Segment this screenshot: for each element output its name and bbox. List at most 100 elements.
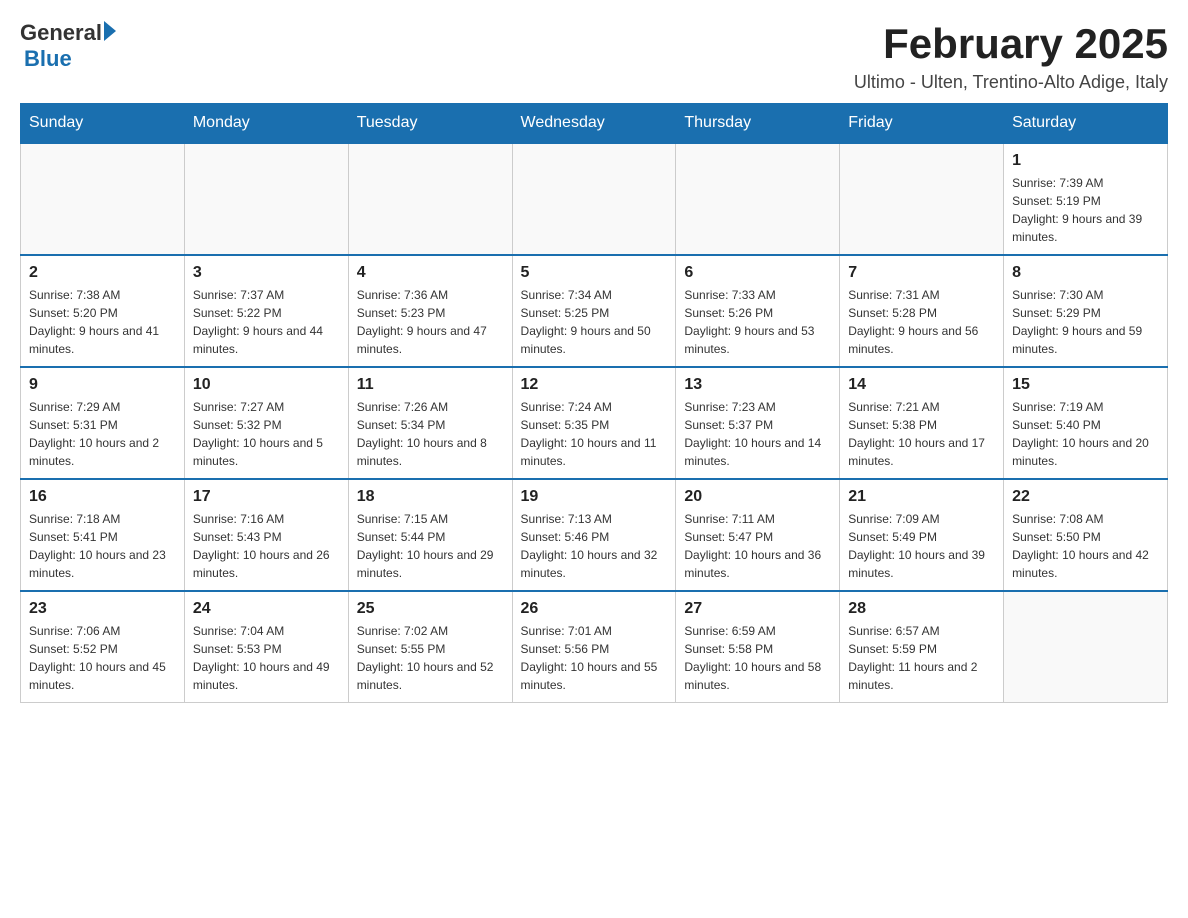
day-number: 18 xyxy=(357,488,504,506)
day-info: Sunrise: 7:37 AM Sunset: 5:22 PM Dayligh… xyxy=(193,286,340,358)
calendar-day-header: Thursday xyxy=(676,104,840,144)
day-number: 7 xyxy=(848,264,995,282)
day-number: 8 xyxy=(1012,264,1159,282)
calendar-day-header: Tuesday xyxy=(348,104,512,144)
day-number: 19 xyxy=(521,488,668,506)
calendar-day-cell: 18 Sunrise: 7:15 AM Sunset: 5:44 PM Dayli… xyxy=(348,479,512,591)
day-info: Sunrise: 7:11 AM Sunset: 5:47 PM Dayligh… xyxy=(684,510,831,582)
day-info: Sunrise: 7:16 AM Sunset: 5:43 PM Dayligh… xyxy=(193,510,340,582)
day-number: 24 xyxy=(193,600,340,618)
calendar-table: SundayMondayTuesdayWednesdayThursdayFrid… xyxy=(20,103,1168,703)
calendar-header-row: SundayMondayTuesdayWednesdayThursdayFrid… xyxy=(21,104,1168,144)
calendar-week-row: 9 Sunrise: 7:29 AM Sunset: 5:31 PM Daylig… xyxy=(21,367,1168,479)
calendar-day-cell: 26 Sunrise: 7:01 AM Sunset: 5:56 PM Dayli… xyxy=(512,591,676,703)
calendar-day-cell: 17 Sunrise: 7:16 AM Sunset: 5:43 PM Dayli… xyxy=(184,479,348,591)
day-number: 28 xyxy=(848,600,995,618)
calendar-day-cell: 20 Sunrise: 7:11 AM Sunset: 5:47 PM Dayli… xyxy=(676,479,840,591)
calendar-day-cell xyxy=(676,143,840,255)
calendar-day-cell: 11Sunrise: 7:26 AM Sunset: 5:34 PM Dayli… xyxy=(348,367,512,479)
calendar-day-cell: 24 Sunrise: 7:04 AM Sunset: 5:53 PM Dayli… xyxy=(184,591,348,703)
day-info: Sunrise: 7:31 AM Sunset: 5:28 PM Dayligh… xyxy=(848,286,995,358)
calendar-week-row: 1 Sunrise: 7:39 AM Sunset: 5:19 PM Daylig… xyxy=(21,143,1168,255)
day-info: Sunrise: 7:23 AM Sunset: 5:37 PM Dayligh… xyxy=(684,398,831,470)
calendar-day-cell: 10 Sunrise: 7:27 AM Sunset: 5:32 PM Dayli… xyxy=(184,367,348,479)
calendar-day-cell: 21 Sunrise: 7:09 AM Sunset: 5:49 PM Dayli… xyxy=(840,479,1004,591)
day-number: 10 xyxy=(193,376,340,394)
calendar-day-cell: 19 Sunrise: 7:13 AM Sunset: 5:46 PM Dayli… xyxy=(512,479,676,591)
day-info: Sunrise: 7:06 AM Sunset: 5:52 PM Dayligh… xyxy=(29,622,176,694)
day-number: 16 xyxy=(29,488,176,506)
calendar-day-cell: 5 Sunrise: 7:34 AM Sunset: 5:25 PM Daylig… xyxy=(512,255,676,367)
calendar-day-cell: 3 Sunrise: 7:37 AM Sunset: 5:22 PM Daylig… xyxy=(184,255,348,367)
day-number: 9 xyxy=(29,376,176,394)
day-info: Sunrise: 7:13 AM Sunset: 5:46 PM Dayligh… xyxy=(521,510,668,582)
calendar-day-cell: 28 Sunrise: 6:57 AM Sunset: 5:59 PM Dayli… xyxy=(840,591,1004,703)
calendar-day-header: Wednesday xyxy=(512,104,676,144)
day-info: Sunrise: 7:38 AM Sunset: 5:20 PM Dayligh… xyxy=(29,286,176,358)
calendar-week-row: 23 Sunrise: 7:06 AM Sunset: 5:52 PM Dayli… xyxy=(21,591,1168,703)
page-header: General Blue February 2025 Ultimo - Ulte… xyxy=(20,20,1168,93)
day-number: 23 xyxy=(29,600,176,618)
day-number: 20 xyxy=(684,488,831,506)
calendar-day-cell xyxy=(348,143,512,255)
day-number: 25 xyxy=(357,600,504,618)
day-info: Sunrise: 7:19 AM Sunset: 5:40 PM Dayligh… xyxy=(1012,398,1159,470)
day-info: Sunrise: 7:24 AM Sunset: 5:35 PM Dayligh… xyxy=(521,398,668,470)
calendar-day-cell: 6 Sunrise: 7:33 AM Sunset: 5:26 PM Daylig… xyxy=(676,255,840,367)
day-info: Sunrise: 7:29 AM Sunset: 5:31 PM Dayligh… xyxy=(29,398,176,470)
calendar-day-cell: 23 Sunrise: 7:06 AM Sunset: 5:52 PM Dayli… xyxy=(21,591,185,703)
calendar-day-cell xyxy=(21,143,185,255)
day-number: 22 xyxy=(1012,488,1159,506)
calendar-day-cell: 8 Sunrise: 7:30 AM Sunset: 5:29 PM Daylig… xyxy=(1004,255,1168,367)
calendar-day-header: Monday xyxy=(184,104,348,144)
calendar-day-cell: 12Sunrise: 7:24 AM Sunset: 5:35 PM Dayli… xyxy=(512,367,676,479)
title-block: February 2025 Ultimo - Ulten, Trentino-A… xyxy=(854,20,1168,93)
day-info: Sunrise: 7:09 AM Sunset: 5:49 PM Dayligh… xyxy=(848,510,995,582)
day-info: Sunrise: 7:39 AM Sunset: 5:19 PM Dayligh… xyxy=(1012,174,1159,246)
calendar-day-cell xyxy=(1004,591,1168,703)
day-number: 11 xyxy=(357,376,504,394)
calendar-day-cell: 1 Sunrise: 7:39 AM Sunset: 5:19 PM Daylig… xyxy=(1004,143,1168,255)
day-info: Sunrise: 7:30 AM Sunset: 5:29 PM Dayligh… xyxy=(1012,286,1159,358)
calendar-day-cell xyxy=(840,143,1004,255)
day-number: 6 xyxy=(684,264,831,282)
logo-general-text: General xyxy=(20,20,102,46)
day-info: Sunrise: 7:36 AM Sunset: 5:23 PM Dayligh… xyxy=(357,286,504,358)
day-number: 1 xyxy=(1012,152,1159,170)
day-info: Sunrise: 7:15 AM Sunset: 5:44 PM Dayligh… xyxy=(357,510,504,582)
calendar-day-cell: 2Sunrise: 7:38 AM Sunset: 5:20 PM Daylig… xyxy=(21,255,185,367)
calendar-day-cell: 15Sunrise: 7:19 AM Sunset: 5:40 PM Dayli… xyxy=(1004,367,1168,479)
calendar-day-cell: 9 Sunrise: 7:29 AM Sunset: 5:31 PM Daylig… xyxy=(21,367,185,479)
day-info: Sunrise: 7:33 AM Sunset: 5:26 PM Dayligh… xyxy=(684,286,831,358)
day-number: 3 xyxy=(193,264,340,282)
day-info: Sunrise: 7:34 AM Sunset: 5:25 PM Dayligh… xyxy=(521,286,668,358)
calendar-day-cell: 25 Sunrise: 7:02 AM Sunset: 5:55 PM Dayli… xyxy=(348,591,512,703)
calendar-subtitle: Ultimo - Ulten, Trentino-Alto Adige, Ita… xyxy=(854,72,1168,93)
day-number: 17 xyxy=(193,488,340,506)
day-number: 26 xyxy=(521,600,668,618)
day-info: Sunrise: 6:59 AM Sunset: 5:58 PM Dayligh… xyxy=(684,622,831,694)
day-info: Sunrise: 7:27 AM Sunset: 5:32 PM Dayligh… xyxy=(193,398,340,470)
calendar-day-cell: 27Sunrise: 6:59 AM Sunset: 5:58 PM Dayli… xyxy=(676,591,840,703)
calendar-day-cell xyxy=(512,143,676,255)
day-number: 14 xyxy=(848,376,995,394)
day-info: Sunrise: 7:04 AM Sunset: 5:53 PM Dayligh… xyxy=(193,622,340,694)
day-number: 13 xyxy=(684,376,831,394)
calendar-day-cell: 16Sunrise: 7:18 AM Sunset: 5:41 PM Dayli… xyxy=(21,479,185,591)
calendar-day-cell: 22Sunrise: 7:08 AM Sunset: 5:50 PM Dayli… xyxy=(1004,479,1168,591)
day-info: Sunrise: 6:57 AM Sunset: 5:59 PM Dayligh… xyxy=(848,622,995,694)
logo: General Blue xyxy=(20,20,116,72)
calendar-day-cell: 7 Sunrise: 7:31 AM Sunset: 5:28 PM Daylig… xyxy=(840,255,1004,367)
calendar-week-row: 16Sunrise: 7:18 AM Sunset: 5:41 PM Dayli… xyxy=(21,479,1168,591)
day-info: Sunrise: 7:01 AM Sunset: 5:56 PM Dayligh… xyxy=(521,622,668,694)
day-number: 21 xyxy=(848,488,995,506)
calendar-day-header: Saturday xyxy=(1004,104,1168,144)
calendar-day-cell: 4Sunrise: 7:36 AM Sunset: 5:23 PM Daylig… xyxy=(348,255,512,367)
day-info: Sunrise: 7:02 AM Sunset: 5:55 PM Dayligh… xyxy=(357,622,504,694)
calendar-title: February 2025 xyxy=(854,20,1168,68)
logo-blue-text: Blue xyxy=(24,46,72,72)
calendar-day-cell: 13 Sunrise: 7:23 AM Sunset: 5:37 PM Dayli… xyxy=(676,367,840,479)
calendar-day-header: Friday xyxy=(840,104,1004,144)
day-number: 5 xyxy=(521,264,668,282)
day-info: Sunrise: 7:21 AM Sunset: 5:38 PM Dayligh… xyxy=(848,398,995,470)
